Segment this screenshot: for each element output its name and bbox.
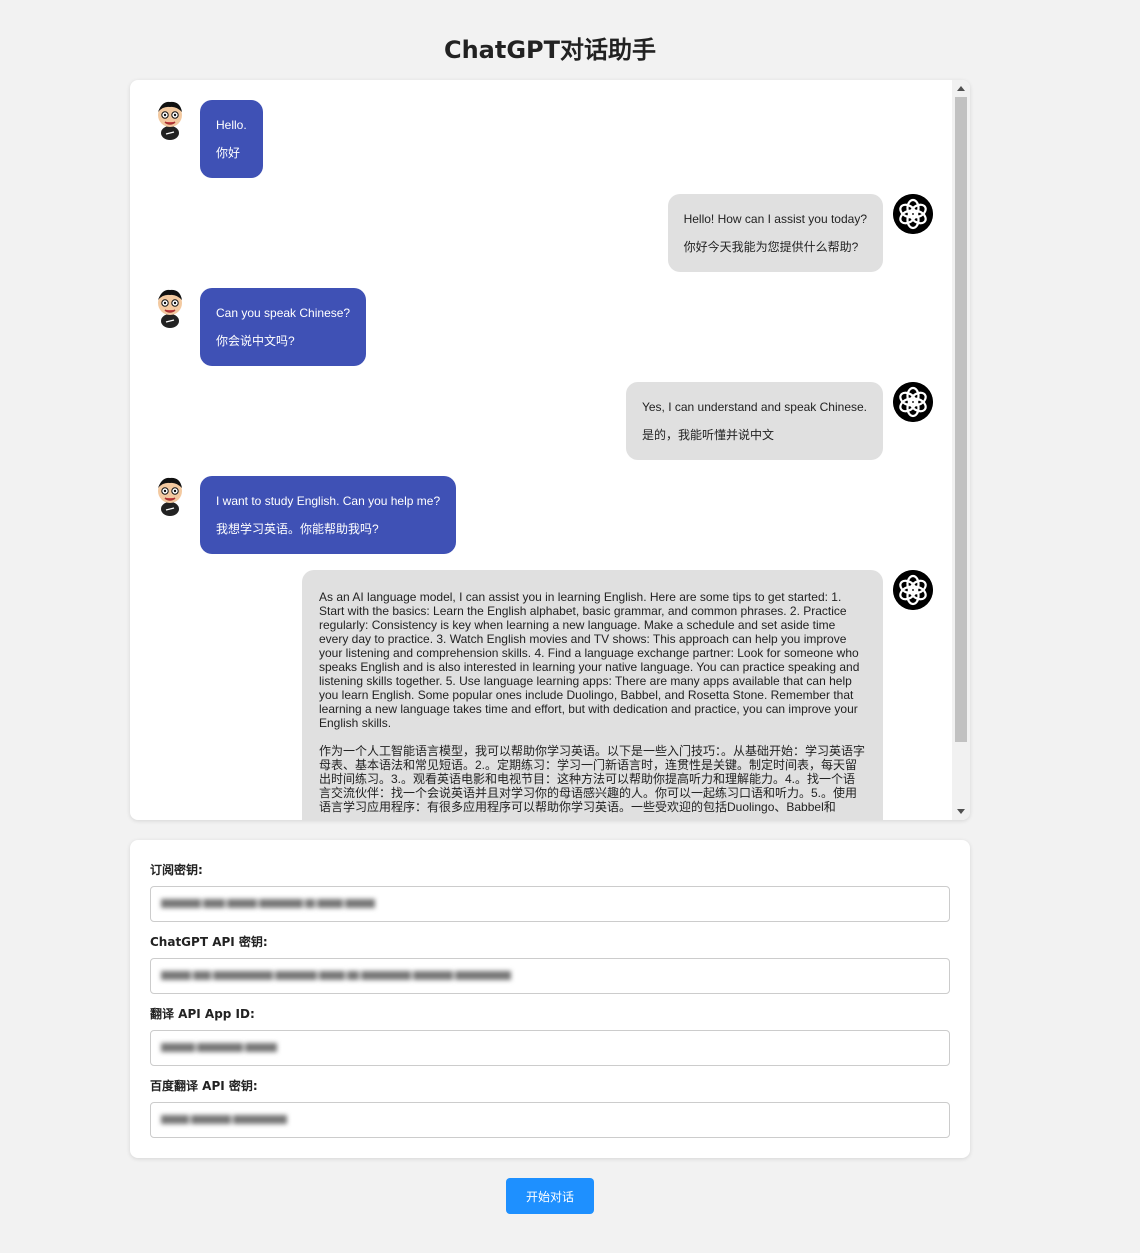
message-text-en: Hello! How can I assist you today? xyxy=(683,212,867,226)
translate-app-id-label: 翻译 API App ID: xyxy=(150,1007,255,1021)
chat-panel[interactable]: Hello. 你好 Hello! How can I assist you to… xyxy=(130,80,970,820)
start-chat-button[interactable]: 开始对话 xyxy=(506,1178,594,1214)
message-text-zh: 是的，我能听懂并说中文 xyxy=(641,428,774,442)
user-message: I want to study English. Can you help me… xyxy=(200,476,457,554)
page-title: ChatGPT对话助手 xyxy=(443,36,657,64)
message-text-zh: 你会说中文吗? xyxy=(216,334,295,348)
subscription-key-label: 订阅密钥: xyxy=(150,863,203,877)
scroll-down-arrow-icon[interactable] xyxy=(957,809,965,814)
user-message: Hello. 你好 xyxy=(200,100,263,178)
message-text-zh: 我想学习英语。你能帮助我吗? xyxy=(216,522,379,536)
message-text-en: Hello. xyxy=(216,118,247,132)
openai-logo-icon xyxy=(893,570,933,610)
message-text-zh: 你好今天我能为您提供什么帮助? xyxy=(683,240,859,254)
assistant-message: Yes, I can understand and speak Chinese.… xyxy=(625,382,883,460)
chatgpt-api-key-label: ChatGPT API 密钥: xyxy=(150,935,268,949)
masked-value xyxy=(161,1112,289,1128)
user-avatar-icon xyxy=(158,477,182,516)
baidu-translate-key-label: 百度翻译 API 密钥: xyxy=(150,1079,258,1093)
chat-messages[interactable]: Hello. 你好 Hello! How can I assist you to… xyxy=(130,80,952,820)
message-text-en: Yes, I can understand and speak Chinese. xyxy=(641,400,867,414)
user-message: Can you speak Chinese? 你会说中文吗? xyxy=(200,288,367,366)
masked-value xyxy=(161,896,377,912)
openai-logo-icon xyxy=(893,382,933,422)
scroll-thumb[interactable] xyxy=(955,97,967,742)
message-text-en: Can you speak Chinese? xyxy=(216,306,351,320)
assistant-message: Hello! How can I assist you today? 你好今天我… xyxy=(667,194,883,272)
chatgpt-api-key-input[interactable] xyxy=(150,958,950,994)
message-text-en: I want to study English. Can you help me… xyxy=(216,494,441,508)
message-text-en: As an AI language model, I can assist yo… xyxy=(319,590,860,730)
baidu-translate-key-input[interactable] xyxy=(150,1102,950,1138)
message-text-zh: 作为一个人工智能语言模型，我可以帮助你学习英语。以下是一些入门技巧：。从基础开始… xyxy=(319,744,866,814)
user-avatar-icon xyxy=(158,101,182,140)
user-avatar-icon xyxy=(158,289,182,328)
masked-value xyxy=(161,968,513,984)
settings-panel: 订阅密钥: ChatGPT API 密钥: 翻译 API App ID: 百度翻… xyxy=(130,840,970,1158)
assistant-message: As an AI language model, I can assist yo… xyxy=(302,570,883,820)
translate-app-id-input[interactable] xyxy=(150,1030,950,1066)
subscription-key-input[interactable] xyxy=(150,886,950,922)
chat-scrollbar[interactable] xyxy=(952,80,970,820)
masked-value xyxy=(161,1040,279,1056)
message-text-zh: 你好 xyxy=(216,146,241,160)
scroll-up-arrow-icon[interactable] xyxy=(957,86,965,91)
openai-logo-icon xyxy=(893,194,933,234)
